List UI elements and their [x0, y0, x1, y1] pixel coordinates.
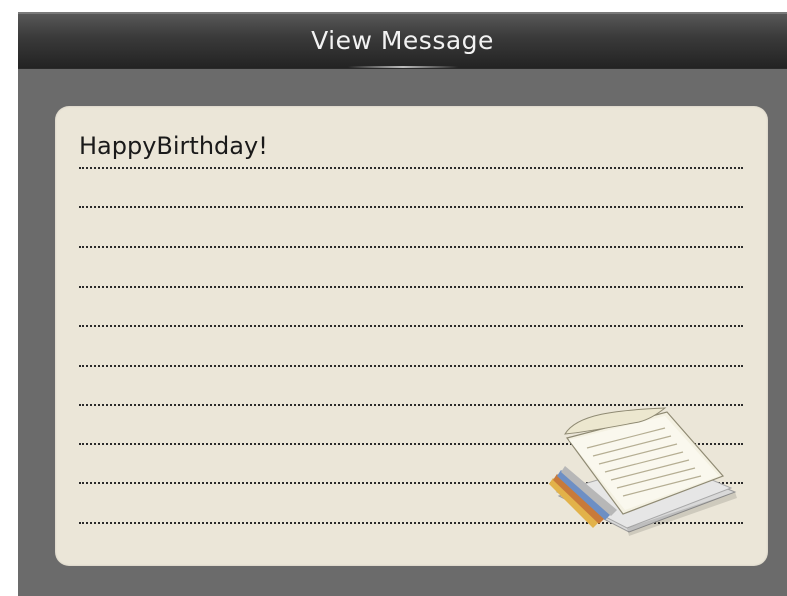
message-panel[interactable]: HappyBirthday! — [55, 106, 768, 566]
note-paper-icon — [549, 407, 737, 536]
ruled-line-4 — [79, 286, 743, 288]
page-title: View Message — [311, 26, 494, 55]
ruled-line-1 — [79, 167, 743, 169]
ruled-line-3 — [79, 246, 743, 248]
device-screen: View Message HappyBirthday! — [18, 12, 787, 596]
message-text: HappyBirthday! — [79, 132, 268, 160]
ruled-line-2 — [79, 206, 743, 208]
ruled-line-5 — [79, 325, 743, 327]
title-bar: View Message — [18, 12, 787, 69]
title-highlight — [348, 66, 458, 68]
ruled-line-6 — [79, 365, 743, 367]
